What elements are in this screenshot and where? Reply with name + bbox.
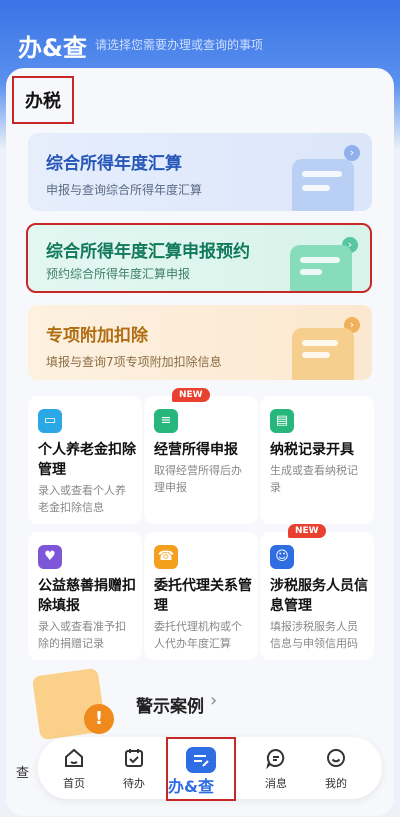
new-badge: NEW	[172, 388, 210, 402]
tile-desc: 生成或查看纳税记录	[270, 464, 358, 494]
smile-face-icon	[327, 749, 345, 767]
annual-settlement-card[interactable]: 综合所得年度汇算 申报与查询综合所得年度汇算 ›	[28, 133, 372, 211]
home-icon	[65, 748, 83, 767]
warning-cases-banner[interactable]: ! 警示案例 ›	[28, 664, 372, 744]
staff-info-icon: ☺	[270, 545, 294, 569]
bottom-tab-bar: 首页 待办 办&查 消息 我的	[38, 737, 382, 801]
tab-mine[interactable]: 我的	[306, 737, 366, 799]
tile-business-income[interactable]: NEW ≡ 经营所得申报 取得经营所得后办理申报	[144, 388, 258, 524]
business-tax-icon: ≡	[154, 409, 178, 433]
appointment-card-illustration-icon	[290, 245, 352, 291]
tab-label: 办&查	[168, 777, 214, 796]
tile-title: 个人养老金扣除管理	[38, 442, 136, 478]
card-desc: 预约综合所得年度汇算申报	[46, 267, 191, 281]
special-deduction-card[interactable]: 专项附加扣除 填报与查询7项专项附加扣除信息 ›	[28, 305, 372, 380]
new-badge: NEW	[288, 524, 326, 538]
card-title: 综合所得年度汇算	[46, 154, 182, 174]
page-title: 办&查	[18, 34, 87, 62]
tab-label: 首页	[63, 777, 85, 790]
tab-label: 我的	[325, 777, 347, 790]
tab-messages[interactable]: 消息	[246, 737, 306, 799]
tile-desc: 委托代理机构或个人代办年度汇算	[154, 620, 242, 650]
tile-title: 涉税服务人员信息管理	[270, 578, 368, 614]
tab-label: 消息	[265, 777, 287, 790]
tile-pension-deduction[interactable]: ▭ 个人养老金扣除管理 录入或查看个人养老金扣除信息	[28, 396, 142, 524]
card-desc: 申报与查询综合所得年度汇算	[46, 183, 203, 197]
tile-tax-record[interactable]: ▤ 纳税记录开具 生成或查看纳税记录	[260, 396, 374, 524]
hidden-tab-peek: 查	[16, 766, 30, 781]
tab-label: 待办	[123, 777, 145, 790]
settlement-appointment-card[interactable]: 综合所得年度汇算申报预约 预约综合所得年度汇算申报 ›	[26, 223, 372, 293]
tile-title: 经营所得申报	[154, 442, 238, 458]
tile-tax-staff-info[interactable]: NEW ☺ 涉税服务人员信息管理 填报涉税服务人员信息与申领信用码	[260, 524, 374, 660]
card-title: 专项附加扣除	[46, 326, 148, 346]
tax-record-icon: ▤	[270, 409, 294, 433]
tile-title: 委托代理关系管理	[154, 578, 252, 614]
donation-icon: ♥	[38, 545, 62, 569]
tab-home[interactable]: 首页	[44, 737, 104, 799]
clipboard-alert-icon: !	[28, 664, 120, 744]
card-desc: 填报与查询7项专项附加扣除信息	[46, 355, 222, 369]
message-icon	[266, 748, 285, 769]
calculator-illustration-icon	[292, 159, 354, 211]
calendar-check-icon	[125, 749, 143, 767]
agent-icon: ☎	[154, 545, 178, 569]
tile-agent-relation[interactable]: ☎ 委托代理关系管理 委托代理机构或个人代办年度汇算	[144, 532, 258, 660]
tile-desc: 取得经营所得后办理申报	[154, 464, 242, 494]
pension-card-icon: ▭	[38, 409, 62, 433]
tile-title: 纳税记录开具	[270, 442, 354, 458]
tab-todo[interactable]: 待办	[104, 737, 164, 799]
card-title: 综合所得年度汇算申报预约	[46, 242, 250, 262]
tab-handle-query[interactable]: 办&查	[166, 737, 236, 801]
tile-desc: 录入或查看准予扣除的捐赠记录	[38, 620, 126, 650]
tile-title: 公益慈善捐赠扣除填报	[38, 578, 136, 614]
tile-desc: 填报涉税服务人员信息与申领信用码	[270, 620, 358, 650]
tile-charity-donation[interactable]: ♥ 公益慈善捐赠扣除填报 录入或查看准予扣除的捐赠记录	[28, 532, 142, 660]
edit-doc-icon	[186, 747, 216, 773]
tile-desc: 录入或查看个人养老金扣除信息	[38, 484, 126, 514]
chevron-right-icon: ›	[210, 690, 218, 711]
page-subtitle: 请选择您需要办理或查询的事项	[95, 38, 264, 52]
section-title-tax: 办税	[12, 76, 74, 124]
warning-title: 警示案例	[136, 697, 204, 717]
form-edit-illustration-icon	[292, 328, 354, 380]
